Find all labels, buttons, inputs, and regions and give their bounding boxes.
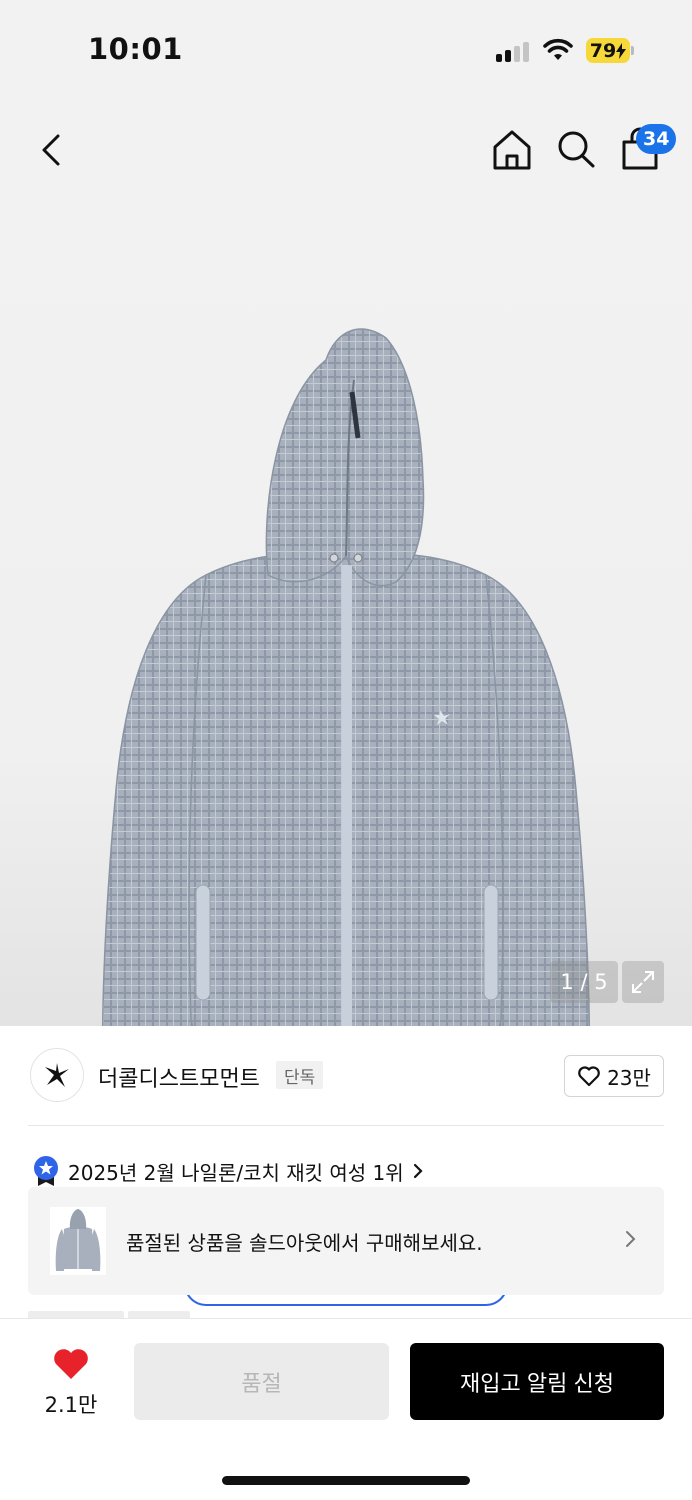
soldout-banner[interactable]: 품절된 상품을 솔드아웃에서 구매해보세요. bbox=[28, 1187, 664, 1295]
image-counter: 1 / 5 bbox=[550, 961, 618, 1003]
brand-row: 더콜디스트모먼트 단독 23만 bbox=[0, 1026, 692, 1126]
product-image-gallery[interactable]: 1 / 5 bbox=[0, 100, 692, 1026]
wishlist-button[interactable]: 2.1만 bbox=[36, 1347, 106, 1419]
heart-filled-icon bbox=[54, 1349, 88, 1379]
battery-tip bbox=[631, 46, 634, 55]
battery-level: 79 bbox=[589, 39, 617, 62]
battery-indicator: 79 bbox=[586, 38, 630, 63]
charging-bolt-icon bbox=[616, 42, 627, 59]
home-indicator[interactable] bbox=[222, 1476, 470, 1485]
star-badge-icon bbox=[34, 1156, 58, 1186]
ranking-link[interactable]: 2025년 2월 나일론/코치 재킷 여성 1위 bbox=[32, 1154, 424, 1188]
wishlist-count: 2.1만 bbox=[44, 1393, 98, 1417]
status-bar: 10:01 79 bbox=[0, 0, 692, 100]
cart-count-badge: 34 bbox=[636, 124, 677, 154]
ranking-text: 2025년 2월 나일론/코치 재킷 여성 1위 bbox=[68, 1160, 404, 1185]
brand-logo[interactable] bbox=[30, 1048, 84, 1102]
chevron-right-icon bbox=[413, 1163, 423, 1179]
soldout-button[interactable]: 품절 bbox=[134, 1343, 389, 1420]
back-button[interactable] bbox=[32, 128, 72, 172]
star-logo-icon bbox=[45, 1063, 69, 1087]
expand-icon bbox=[632, 971, 654, 993]
cellular-signal-icon bbox=[496, 42, 532, 62]
home-icon bbox=[493, 130, 531, 170]
brand-like-button[interactable]: 23만 bbox=[564, 1055, 664, 1097]
heart-outline-icon bbox=[578, 1066, 600, 1087]
expand-image-button[interactable] bbox=[622, 961, 664, 1003]
home-button[interactable] bbox=[490, 126, 534, 172]
divider bbox=[28, 1125, 664, 1126]
wifi-icon bbox=[543, 38, 573, 60]
brand-like-count: 23만 bbox=[607, 1065, 651, 1090]
bottom-action-bar: 2.1만 품절 재입고 알림 신청 bbox=[0, 1318, 692, 1500]
brand-name[interactable]: 더콜디스트모먼트 bbox=[98, 1061, 260, 1093]
restock-alert-button[interactable]: 재입고 알림 신청 bbox=[410, 1343, 664, 1420]
exclusive-badge: 단독 bbox=[276, 1061, 324, 1089]
chevron-right-icon bbox=[626, 1231, 636, 1247]
product-image bbox=[102, 328, 590, 1026]
chevron-left-icon bbox=[42, 134, 60, 166]
soldout-banner-text: 품절된 상품을 솔드아웃에서 구매해보세요. bbox=[126, 1231, 483, 1255]
status-time: 10:01 bbox=[88, 32, 183, 66]
search-button[interactable] bbox=[554, 126, 598, 172]
soldout-thumbnail bbox=[50, 1207, 106, 1275]
